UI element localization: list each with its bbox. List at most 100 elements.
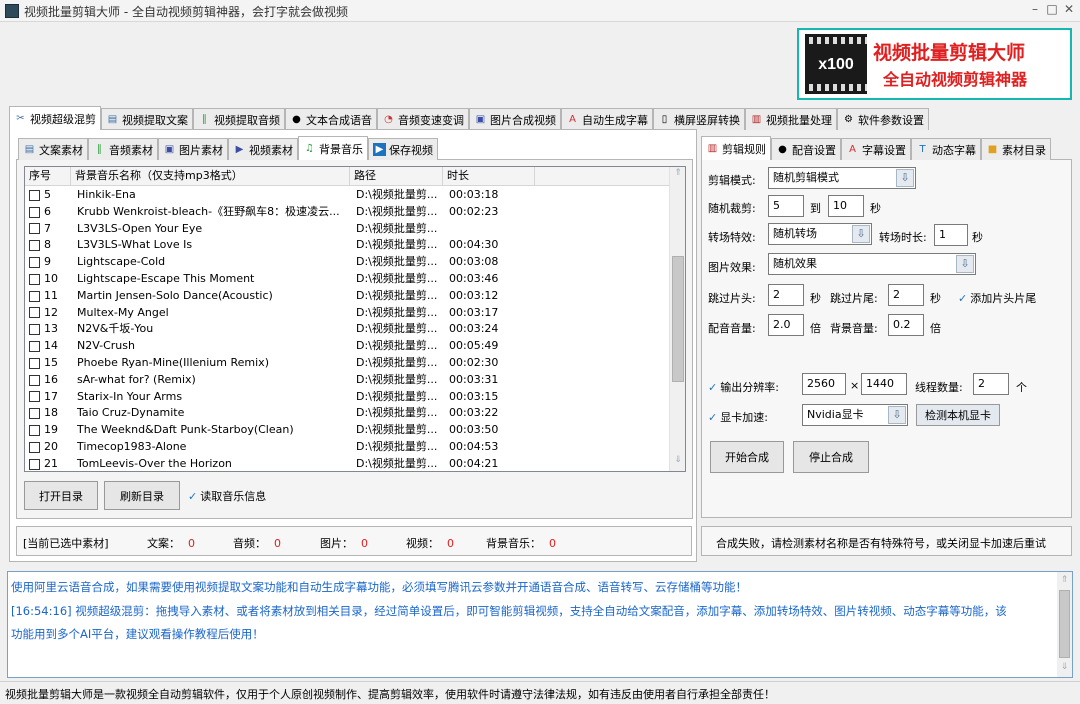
music-name: Phoebe Ryan-Mine(Illenium Remix) [77,356,269,369]
output-resolution-checkbox[interactable]: ✓ 输出分辨率: [708,379,779,395]
col-header-name[interactable]: 背景音乐名称（仅支持mp3格式） [71,167,350,185]
tab-edit-rules[interactable]: ▥ 剪辑规则 [701,136,771,160]
scroll-up-icon[interactable]: ⇑ [1058,575,1071,585]
tab-video-super-mix[interactable]: ✂ 视频超级混剪 [9,106,101,130]
table-row[interactable]: 14 N2V-Crush D:\视频批量剪... 00:05:49 [25,338,669,355]
table-row[interactable]: 7 L3V3LS-Open Your Eye D:\视频批量剪... [25,221,669,238]
table-row[interactable]: 11 Martin Jensen-Solo Dance(Acoustic) D:\视… [25,288,669,305]
scroll-up-icon[interactable]: ⇑ [671,168,685,182]
brand-banner: x100 视频批量剪辑大师 全自动视频剪辑神器 [797,28,1072,100]
table-row[interactable]: 6 Krubb Wenkroist-bleach-《狂野飙车8：极速凌云... D:… [25,204,669,221]
scroll-thumb[interactable] [672,256,684,382]
row-checkbox[interactable] [29,408,40,420]
table-row[interactable]: 10 Lightscape-Escape This Moment D:\视频批量剪.… [25,271,669,288]
tab-image-to-video[interactable]: ▣ 图片合成视频 [469,108,561,130]
minimize-button[interactable]: – [1027,2,1043,16]
skip-tail-input[interactable]: 2 [888,284,924,306]
log-scrollbar[interactable]: ⇑ ⇓ [1057,572,1072,677]
tab-save-video[interactable]: ▶ 保存视频 [368,138,438,160]
bg-volume-input[interactable]: 0.2 [888,314,924,336]
tab-audio-speed[interactable]: ◔ 音频变速变调 [377,108,469,130]
row-checkbox[interactable] [29,425,40,437]
crop-to-label: 到 [810,202,821,215]
edit-mode-select[interactable]: 随机剪辑模式 ⇩ [768,167,916,189]
tab-orientation-convert[interactable]: ▯ 横屏竖屏转换 [653,108,745,130]
transition-select[interactable]: 随机转场 ⇩ [768,223,872,245]
tab-auto-subtitle[interactable]: A 自动生成字幕 [561,108,653,130]
row-checkbox[interactable] [29,273,40,285]
tab-batch-process[interactable]: ▥ 视频批量处理 [745,108,837,130]
row-checkbox[interactable] [29,257,40,269]
row-checkbox[interactable] [29,357,40,369]
table-row[interactable]: 9 Lightscape-Cold D:\视频批量剪... 00:03:08 [25,254,669,271]
row-checkbox[interactable] [29,206,40,218]
col-header-path[interactable]: 路径 [350,167,443,185]
gpu-accel-checkbox[interactable]: ✓ 显卡加速: [708,409,768,425]
tab-video-material[interactable]: ▶ 视频素材 [228,138,298,160]
scroll-thumb[interactable] [1059,590,1070,658]
table-row[interactable]: 18 Taio Cruz-Dynamite D:\视频批量剪... 00:03:22 [25,405,669,422]
table-row[interactable]: 8 L3V3LS-What Love Is D:\视频批量剪... 00:04:30 [25,237,669,254]
tab-text-material[interactable]: ▤ 文案素材 [18,138,88,160]
row-checkbox[interactable] [29,391,40,403]
table-row[interactable]: 20 Timecop1983-Alone D:\视频批量剪... 00:04:53 [25,439,669,456]
image-effect-select[interactable]: 随机效果 ⇩ [768,253,976,275]
tab-extract-audio[interactable]: ∥ 视频提取音频 [193,108,285,130]
col-header-index[interactable]: 序号 [25,167,71,185]
row-checkbox[interactable] [29,307,40,319]
add-head-tail-checkbox[interactable]: ✓ 添加片头片尾 [958,290,1036,306]
row-checkbox[interactable] [29,324,40,336]
table-row[interactable]: 21 TomLeevis-Over the Horizon D:\视频批量剪... 0… [25,456,669,471]
crop-to-input[interactable]: 10 [828,195,864,217]
threads-input[interactable]: 2 [973,373,1009,395]
row-checkbox[interactable] [29,441,40,453]
transition-duration-input[interactable]: 1 [934,224,968,246]
edit-mode-label: 剪辑模式: [708,174,756,187]
tab-background-music[interactable]: ♫ 背景音乐 [298,136,368,160]
row-checkbox[interactable] [29,189,40,201]
start-compose-button[interactable]: 开始合成 [710,441,784,473]
tab-subtitle-settings[interactable]: A 字幕设置 [841,138,911,160]
maximize-button[interactable]: □ [1044,2,1060,16]
gpu-select[interactable]: Nvidia显卡 ⇩ [802,404,908,426]
stop-compose-button[interactable]: 停止合成 [793,441,869,473]
dub-volume-input[interactable]: 2.0 [768,314,804,336]
scroll-down-icon[interactable]: ⇓ [1058,662,1071,672]
row-checkbox[interactable] [29,374,40,386]
resolution-width-input[interactable]: 2560 [802,373,846,395]
row-checkbox[interactable] [29,290,40,302]
tab-dub-settings[interactable]: ● 配音设置 [771,138,841,160]
row-checkbox[interactable] [29,223,40,235]
close-button[interactable]: ✕ [1061,2,1077,16]
table-row[interactable]: 13 N2V&千坂-You D:\视频批量剪... 00:03:24 [25,321,669,338]
tab-extract-text[interactable]: ▤ 视频提取文案 [101,108,193,130]
crop-from-input[interactable]: 5 [768,195,804,217]
tab-material-directory[interactable]: ■ 素材目录 [981,138,1051,160]
table-row[interactable]: 12 Multex-My Angel D:\视频批量剪... 00:03:17 [25,305,669,322]
col-header-duration[interactable]: 时长 [443,167,535,185]
skip-tail-label: 跳过片尾: [830,292,878,305]
table-row[interactable]: 19 The Weeknd&Daft Punk-Starboy(Clean) D:\… [25,422,669,439]
table-row[interactable]: 16 sAr-what for? (Remix) D:\视频批量剪... 00:03:… [25,372,669,389]
row-index: 20 [25,439,71,456]
tab-audio-material[interactable]: ∥ 音频素材 [88,138,158,160]
refresh-directory-button[interactable]: 刷新目录 [104,481,180,510]
tab-dynamic-subtitle[interactable]: T 动态字幕 [911,138,981,160]
table-row[interactable]: 5 Hinkik-Ena D:\视频批量剪... 00:03:18 [25,187,669,204]
table-row[interactable]: 17 Starix-In Your Arms D:\视频批量剪... 00:03:15 [25,389,669,406]
resolution-height-input[interactable]: 1440 [861,373,907,395]
row-checkbox[interactable] [29,240,40,252]
detect-gpu-button[interactable]: 检测本机显卡 [916,404,1000,426]
tab-text-to-speech[interactable]: ● 文本合成语音 [285,108,377,130]
table-scrollbar[interactable]: ⇑ ⇓ [669,167,685,471]
brand-subtitle: 全自动视频剪辑神器 [883,70,1028,89]
tab-settings[interactable]: ⚙ 软件参数设置 [837,108,929,130]
read-music-info-checkbox[interactable]: ✓ 读取音乐信息 [188,488,266,504]
table-row[interactable]: 15 Phoebe Ryan-Mine(Illenium Remix) D:\视频批… [25,355,669,372]
open-directory-button[interactable]: 打开目录 [24,481,98,510]
tab-image-material[interactable]: ▣ 图片素材 [158,138,228,160]
skip-head-input[interactable]: 2 [768,284,804,306]
row-checkbox[interactable] [29,341,40,353]
scroll-down-icon[interactable]: ⇓ [671,455,685,469]
row-checkbox[interactable] [29,458,40,470]
